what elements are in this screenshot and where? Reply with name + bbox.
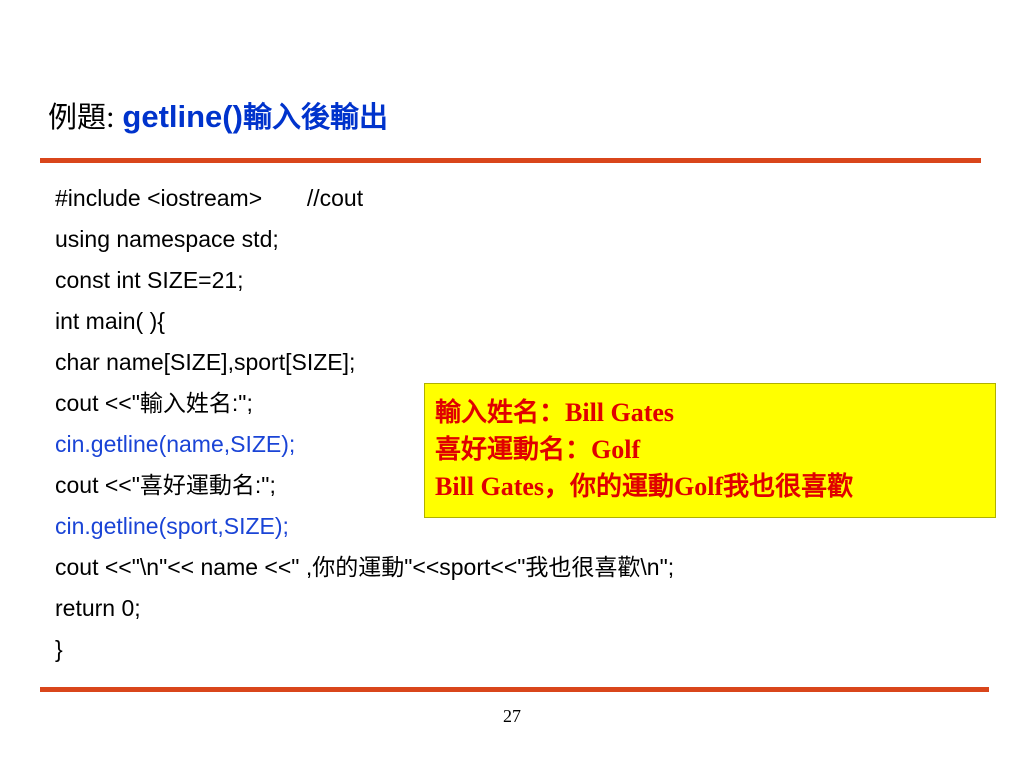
callout-line: 輸入姓名：Bill Gates	[435, 398, 675, 427]
page-number: 27	[503, 706, 521, 726]
output-callout: 輸入姓名：Bill Gates 喜好運動名：Golf Bill Gates，你的運動…	[424, 383, 996, 518]
code-line: cout <<"\n"<< name <<" ,你的運動"<<sport<<"我…	[55, 554, 675, 580]
code-line: }	[55, 636, 63, 662]
callout-line: 喜好運動名：Golf	[435, 435, 641, 464]
code-line: int main( ){	[55, 308, 165, 334]
callout-line: Bill Gates，你的運動Golf我也很喜歡	[435, 472, 854, 501]
top-divider	[40, 158, 981, 163]
title-suffix: 輸入後輸出	[242, 100, 388, 134]
title-function-name: getline()	[122, 99, 243, 134]
code-line: return 0;	[55, 595, 141, 621]
title-prefix: 例題	[48, 100, 107, 134]
bottom-divider	[40, 687, 989, 692]
code-line: const int SIZE=21;	[55, 267, 244, 293]
code-line: char name[SIZE],sport[SIZE];	[55, 349, 356, 375]
slide-title: 例題: getline()輸入後輸出	[48, 94, 388, 140]
code-line: using namespace std;	[55, 226, 279, 252]
code-line: #include <iostream> //cout	[55, 185, 364, 211]
title-separator: :	[106, 99, 123, 134]
